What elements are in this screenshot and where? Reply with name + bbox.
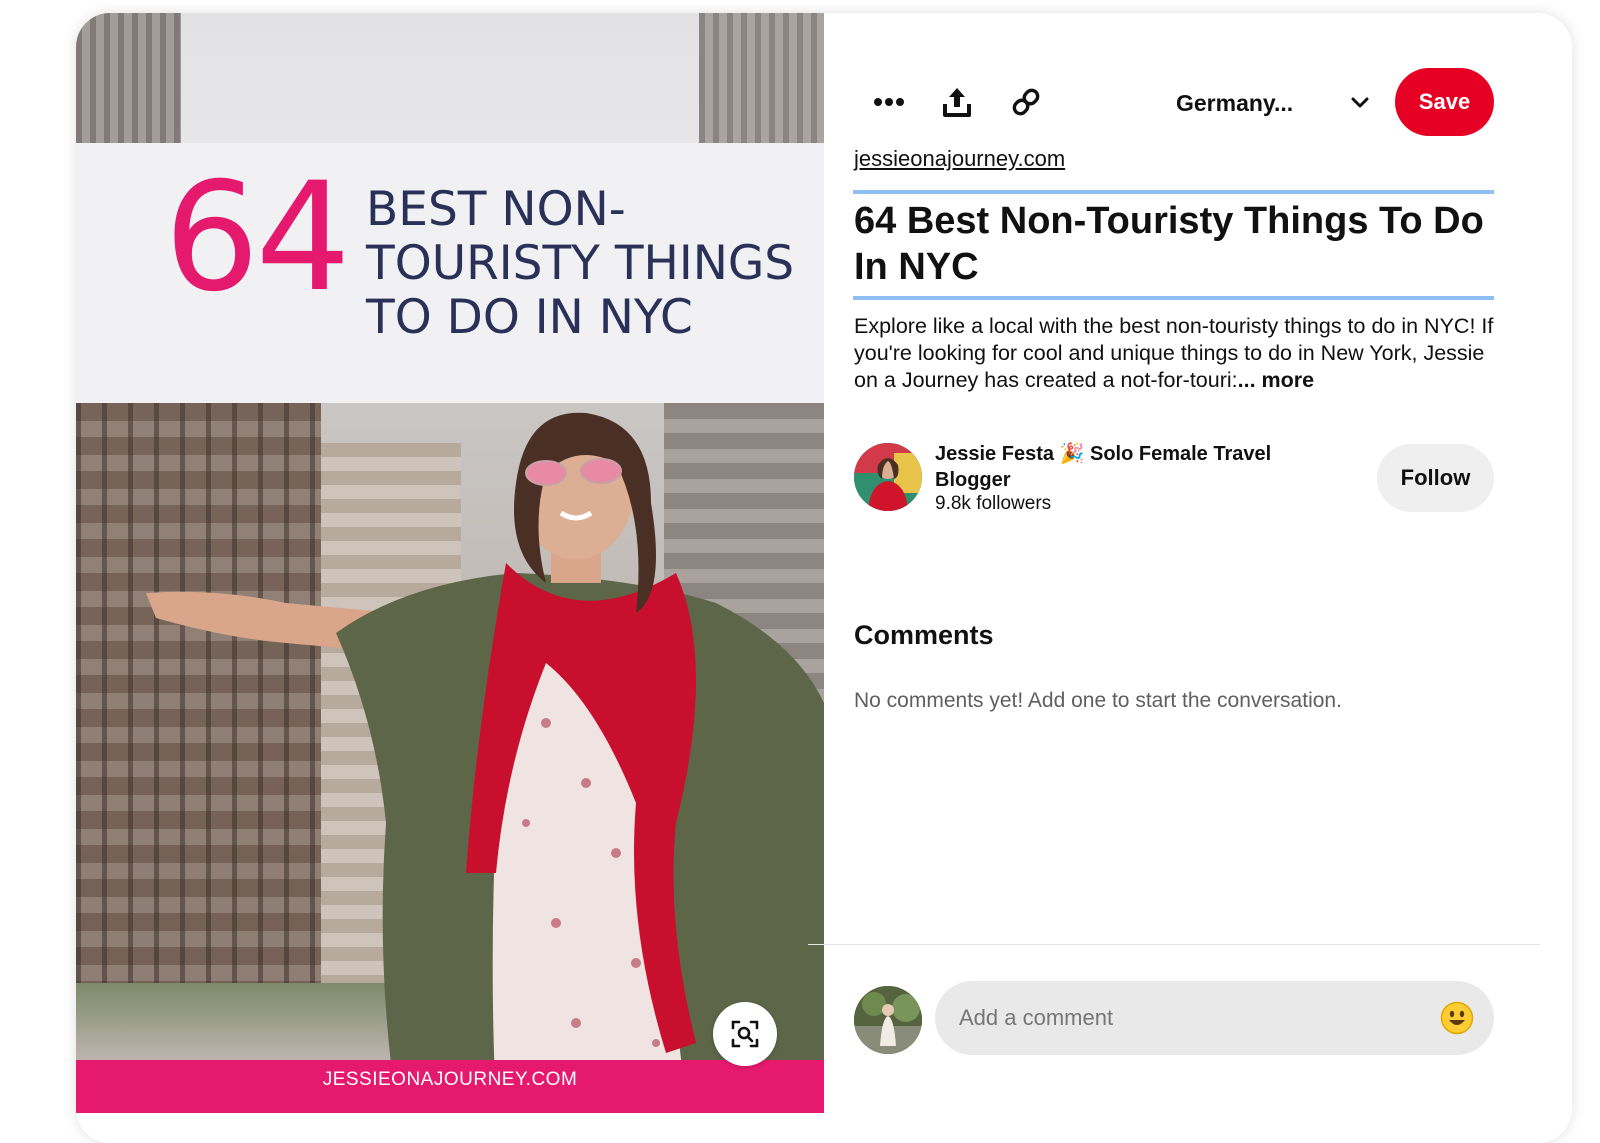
visual-search-icon bbox=[731, 1020, 759, 1048]
image-skyline-top bbox=[76, 13, 824, 143]
comment-input[interactable] bbox=[935, 981, 1494, 1055]
pin-description: Explore like a local with the best non-t… bbox=[854, 313, 1499, 394]
save-button[interactable]: Save bbox=[1395, 68, 1494, 136]
creator-avatar[interactable] bbox=[854, 443, 922, 511]
image-headline-line: BEST NON- bbox=[366, 182, 626, 237]
board-select-dropdown[interactable]: Germany... bbox=[1176, 78, 1386, 128]
image-number: 64 bbox=[164, 151, 351, 325]
chevron-down-icon bbox=[1351, 97, 1369, 108]
no-comments-message: No comments yet! Add one to start the co… bbox=[854, 689, 1342, 712]
more-link[interactable]: ... more bbox=[1238, 368, 1314, 392]
creator-avatar-image bbox=[854, 443, 922, 511]
more-options-button[interactable] bbox=[861, 74, 917, 130]
link-icon bbox=[1012, 88, 1040, 116]
creator-followers: 9.8k followers bbox=[935, 493, 1052, 514]
creator-name[interactable]: Jessie Festa 🎉 Solo Female Travel Blogge… bbox=[935, 441, 1295, 493]
user-avatar[interactable] bbox=[854, 986, 922, 1054]
woman-photo-illustration bbox=[146, 412, 824, 1103]
image-photo bbox=[76, 403, 824, 1103]
ellipsis-icon bbox=[874, 98, 904, 106]
source-link[interactable]: jessieonajourney.com bbox=[854, 146, 1065, 172]
pin-image[interactable]: 64 BEST NON- TOURISTY THINGS TO DO IN NY… bbox=[76, 13, 824, 1113]
board-select-label: Germany... bbox=[1176, 89, 1294, 116]
image-headline-line: TO DO IN NYC bbox=[366, 290, 693, 345]
user-avatar-image bbox=[854, 986, 922, 1054]
comments-heading: Comments bbox=[854, 620, 994, 650]
share-upload-icon bbox=[943, 88, 971, 117]
image-headline-line: TOURISTY THINGS bbox=[366, 236, 795, 291]
share-button[interactable] bbox=[929, 74, 985, 130]
pin-title: 64 Best Non-Touristy Things To Do In NYC bbox=[854, 200, 1484, 288]
emoji-button[interactable] bbox=[1438, 999, 1476, 1037]
copy-link-button[interactable] bbox=[998, 74, 1054, 130]
description-text: Explore like a local with the best non-t… bbox=[854, 314, 1494, 392]
smiley-emoji-icon bbox=[1440, 1001, 1474, 1035]
visual-search-button[interactable] bbox=[713, 1002, 777, 1066]
follow-button[interactable]: Follow bbox=[1377, 444, 1494, 512]
comment-divider bbox=[808, 944, 1540, 945]
image-footer-text: JESSIEONAJOURNEY.COM bbox=[322, 1069, 578, 1090]
image-headline: BEST NON- TOURISTY THINGS TO DO IN NYC bbox=[366, 183, 806, 345]
